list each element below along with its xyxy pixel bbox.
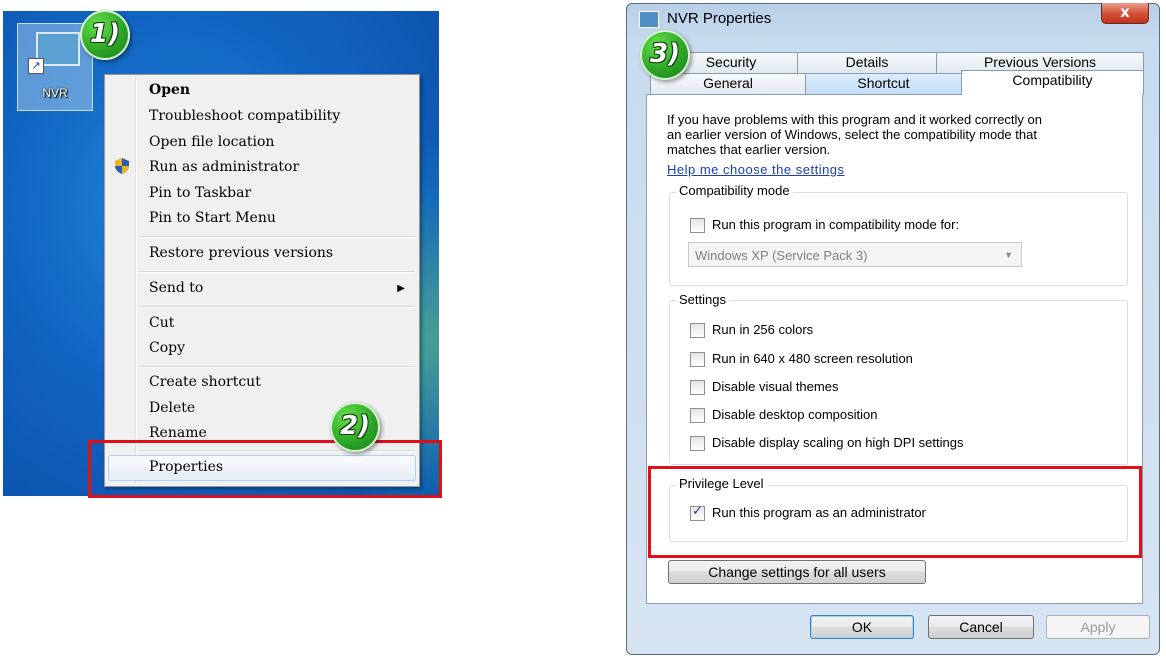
disable-desktop-composition-label: Disable desktop composition (712, 407, 878, 422)
dropdown-arrow-icon: ▼ (1004, 250, 1013, 260)
tab-shortcut[interactable]: Shortcut (805, 73, 962, 95)
menu-item-cut[interactable]: Cut (149, 315, 174, 331)
shield-icon (115, 158, 129, 174)
menu-item-delete[interactable]: Delete (149, 400, 195, 416)
submenu-arrow-icon: ▶ (397, 283, 405, 294)
compat-mode-select-value: Windows XP (Service Pack 3) (695, 248, 868, 263)
disable-desktop-composition-checkbox[interactable] (690, 408, 705, 423)
menu-item-open-file-location[interactable]: Open file location (149, 134, 274, 150)
menu-item-pin-to-start-menu[interactable]: Pin to Start Menu (149, 210, 276, 226)
disable-visual-themes-label: Disable visual themes (712, 379, 839, 394)
menu-item-copy[interactable]: Copy (149, 340, 185, 356)
disable-dpi-scaling-checkbox[interactable] (690, 436, 705, 451)
run-256-colors-checkbox[interactable] (690, 323, 705, 338)
run-640x480-checkbox[interactable] (690, 352, 705, 367)
tab-details[interactable]: Details (797, 52, 937, 73)
menu-item-rename[interactable]: Rename (149, 425, 207, 441)
menu-separator (139, 306, 415, 308)
menu-item-restore-previous-versions[interactable]: Restore previous versions (149, 245, 333, 261)
run-256-colors-label: Run in 256 colors (712, 322, 814, 337)
menu-item-run-as-administrator[interactable]: Run as administrator (149, 159, 299, 175)
intro-line-2: an earlier version of Windows, select th… (667, 127, 1037, 142)
menu-separator (139, 271, 415, 273)
compat-mode-select[interactable]: Windows XP (Service Pack 3) ▼ (688, 242, 1022, 267)
menu-item-create-shortcut[interactable]: Create shortcut (149, 374, 261, 390)
disable-visual-themes-checkbox[interactable] (690, 380, 705, 395)
step-badge-3: 3) (640, 30, 690, 80)
compat-mode-label: Run this program in compatibility mode f… (712, 217, 960, 232)
intro-line-1: If you have problems with this program a… (667, 112, 1043, 127)
intro-line-3: matches that earlier version. (667, 142, 831, 157)
menu-item-troubleshoot-compatibility[interactable]: Troubleshoot compatibility (149, 108, 340, 124)
shortcut-arrow-icon: ↗ (28, 58, 44, 74)
compatibility-mode-legend: Compatibility mode (676, 183, 793, 198)
apply-button[interactable]: Apply (1046, 615, 1150, 639)
menu-separator (139, 236, 415, 238)
help-link[interactable]: Help me choose the settings (667, 162, 845, 177)
menu-gutter (135, 77, 137, 484)
tab-compatibility[interactable]: Compatibility (961, 70, 1144, 95)
highlight-box-properties (88, 440, 442, 498)
step-badge-2: 2) (330, 402, 380, 452)
menu-item-pin-to-taskbar[interactable]: Pin to Taskbar (149, 185, 251, 201)
cancel-button[interactable]: Cancel (928, 615, 1034, 639)
disable-dpi-scaling-label: Disable display scaling on high DPI sett… (712, 435, 964, 450)
compat-mode-checkbox[interactable] (690, 218, 705, 233)
run-640x480-label: Run in 640 x 480 screen resolution (712, 351, 913, 366)
settings-legend: Settings (676, 292, 729, 307)
desktop-icon-label: NVR (42, 86, 68, 100)
menu-item-open[interactable]: Open (149, 82, 190, 98)
menu-item-send-to[interactable]: Send to (149, 280, 203, 296)
ok-button[interactable]: OK (810, 615, 914, 639)
dialog-title: NVR Properties (667, 10, 772, 27)
menu-separator (139, 366, 415, 368)
highlight-box-privilege (648, 466, 1142, 558)
compatibility-mode-group (669, 192, 1128, 286)
close-button[interactable]: x (1101, 3, 1149, 24)
step-badge-1: 1) (80, 10, 130, 60)
change-settings-all-users-button[interactable]: Change settings for all users (668, 560, 926, 584)
app-icon (639, 11, 659, 28)
